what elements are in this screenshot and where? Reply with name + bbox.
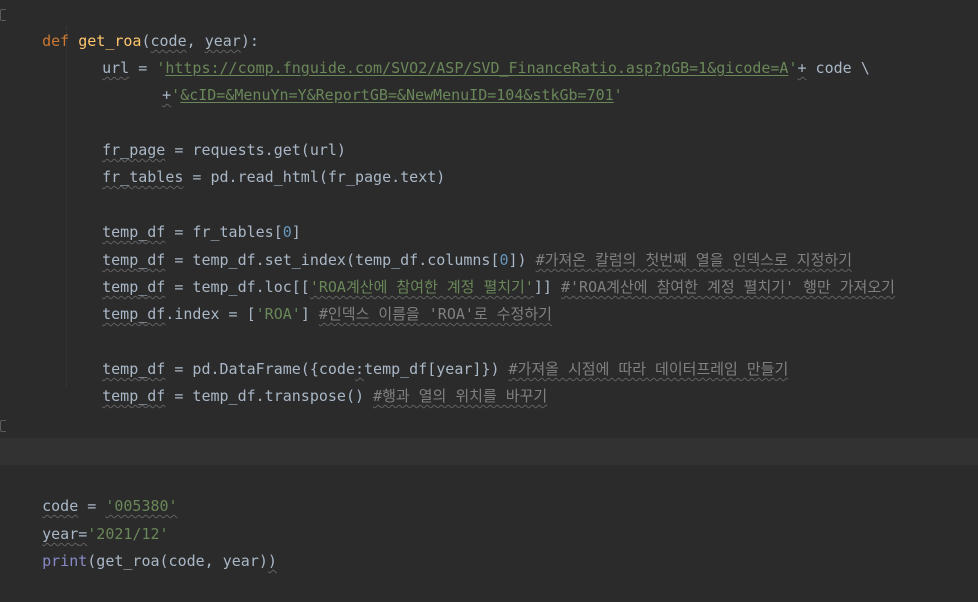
code-line-year-assign[interactable]: year='2021/12' (6, 494, 168, 543)
code-line-url[interactable]: url = 'https://comp.fnguide.com/SVO2/ASP… (66, 28, 870, 77)
code-editor[interactable]: def get_roa(code, year): url = 'https://… (0, 0, 978, 570)
code-line-temp-df-3[interactable]: temp_df = temp_df.loc[['ROA계산에 참여한 계정 펼치… (66, 247, 895, 296)
code-text: = pd.read_html(fr_page.text) (183, 168, 446, 186)
code-line-print[interactable]: print(get_roa(code, year)) (6, 521, 277, 570)
var-fr-tables: fr_tables (102, 168, 184, 186)
code-text: ] (300, 305, 310, 323)
plus-op: + (162, 86, 172, 104)
code-line-def[interactable]: def get_roa(code, year): (6, 1, 259, 50)
plus-op: + (797, 59, 807, 77)
paren-close: ) (267, 552, 277, 570)
code-line-temp-df-1[interactable]: temp_df = fr_tables[0] (66, 192, 301, 241)
code-line-temp-df-5[interactable]: temp_df = pd.DataFrame({code:temp_df[yea… (66, 329, 788, 378)
code-line-code-assign[interactable]: code = '005380' (6, 466, 177, 515)
var-temp-df: temp_df (102, 387, 166, 405)
comment: #인덱스 이름을 'ROA'로 수정하기 (318, 305, 552, 323)
code-line-return[interactable]: return temp_df (66, 411, 228, 460)
code-line-url-continued[interactable]: +'&cID=&MenuYn=Y&ReportGB=&NewMenuID=104… (126, 55, 623, 104)
code-line-temp-df-2[interactable]: temp_df = temp_df.set_index(temp_df.colu… (66, 220, 852, 269)
string-quote: ' (171, 86, 181, 104)
current-line-highlight[interactable] (0, 438, 978, 465)
code-text: (get_roa(code, year) (87, 552, 268, 570)
string-quote: ' (613, 86, 623, 104)
comment: #행과 열의 위치를 바꾸기 (373, 387, 548, 405)
comment: #가져올 시점에 따라 데이터프레임 만들기 (508, 360, 789, 378)
builtin-print: print (42, 552, 88, 570)
code-continuation: code \ (806, 59, 870, 77)
string-literal: 'ROA' (255, 305, 301, 323)
code-line-temp-df-6[interactable]: temp_df = temp_df.transpose() #행과 열의 위치를… (66, 356, 547, 405)
fold-marker[interactable] (0, 9, 6, 21)
string-quote: ' (788, 59, 798, 77)
code-text: .index = [ (165, 305, 256, 323)
comment: #'ROA계산에 참여한 계정 펼치기' 행만 가져오기 (561, 278, 895, 296)
var-temp-df: temp_df (102, 305, 166, 323)
code-line-fr-tables[interactable]: fr_tables = pd.read_html(fr_page.text) (66, 137, 445, 186)
code-line-fr-page[interactable]: fr_page = requests.get(url) (66, 110, 346, 159)
code-line-temp-df-4[interactable]: temp_df.index = ['ROA'] #인덱스 이름을 'ROA'로 … (66, 274, 552, 323)
url-params-link[interactable]: &cID=&MenuYn=Y&ReportGB=&NewMenuID=104&s… (180, 86, 613, 104)
fold-marker-end[interactable] (0, 420, 6, 432)
code-text: = temp_df.transpose() (165, 387, 365, 405)
